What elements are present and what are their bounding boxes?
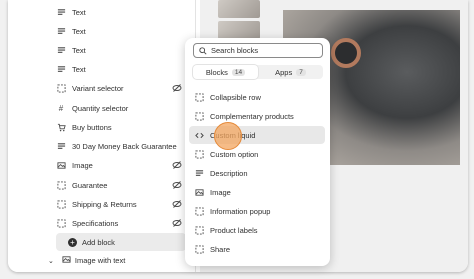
- sidebar-item-label: Guarantee: [72, 180, 108, 190]
- cart-icon: [56, 122, 66, 132]
- sidebar-item-label: Quantity selector: [72, 103, 129, 113]
- text-lines-icon: [56, 64, 66, 74]
- chevron-down-icon[interactable]: ⌄: [48, 257, 54, 265]
- image-icon: [195, 188, 204, 197]
- image-icon: [62, 255, 71, 266]
- option-label: Complementary products: [210, 111, 294, 121]
- product-detail: [331, 38, 361, 68]
- option-label: Custom option: [210, 149, 259, 159]
- dashed-square-icon: [195, 225, 204, 235]
- tab-count: 14: [231, 68, 246, 76]
- option-label: Description: [210, 168, 248, 178]
- text-lines-icon: [56, 26, 66, 36]
- add-block-label: Add block: [82, 237, 115, 247]
- sidebar: Text Text Text Text Variant selector # Q…: [8, 0, 196, 272]
- dashed-square-icon: [195, 149, 204, 159]
- sidebar-item-buy-buttons[interactable]: Buy buttons: [56, 118, 186, 136]
- sidebar-item-variant-selector[interactable]: Variant selector: [56, 79, 186, 97]
- sidebar-item-label: Text: [72, 7, 86, 17]
- option-description[interactable]: Description: [189, 164, 325, 182]
- tab-blocks[interactable]: Blocks 14: [193, 65, 258, 79]
- thumbnail[interactable]: [218, 21, 260, 39]
- eye-slash-icon[interactable]: [172, 160, 182, 170]
- eye-slash-icon[interactable]: [172, 218, 182, 228]
- hash-icon: #: [58, 103, 64, 113]
- sidebar-item-text-4[interactable]: Text: [56, 60, 186, 78]
- option-collapsible-row[interactable]: Collapsible row: [189, 88, 325, 106]
- dashed-square-icon: [195, 111, 204, 121]
- tab-count: 7: [296, 68, 306, 76]
- sidebar-item-text-2[interactable]: Text: [56, 22, 186, 40]
- sidebar-item-label: Buy buttons: [72, 122, 112, 132]
- tab-label: Blocks: [205, 67, 228, 77]
- sidebar-item-label: Image: [72, 160, 93, 170]
- eye-slash-icon[interactable]: [172, 180, 182, 190]
- sidebar-item-text-3[interactable]: Text: [56, 41, 186, 59]
- option-custom-option[interactable]: Custom option: [189, 145, 325, 163]
- search-input[interactable]: Search blocks: [193, 43, 323, 58]
- option-product-labels[interactable]: Product labels: [189, 221, 325, 239]
- option-image[interactable]: Image: [189, 183, 325, 201]
- sidebar-item-label: Text: [72, 64, 86, 74]
- option-label: Image: [210, 187, 231, 197]
- click-indicator: [214, 122, 242, 150]
- thumbnail[interactable]: [218, 0, 260, 18]
- text-lines-icon: [195, 169, 204, 178]
- add-block-button[interactable]: + Add block: [56, 233, 186, 251]
- app-frame: Text Text Text Text Variant selector # Q…: [0, 0, 474, 279]
- dashed-square-icon: [56, 180, 66, 190]
- sidebar-item-image[interactable]: Image: [56, 156, 186, 174]
- block-picker-popup: Search blocks Blocks 14 Apps 7 Collapsib…: [185, 38, 330, 266]
- sidebar-item-label: 30 Day Money Back Guarantee: [72, 141, 177, 151]
- eye-slash-icon[interactable]: [172, 199, 182, 209]
- dashed-square-icon: [56, 199, 66, 209]
- text-lines-icon: [56, 141, 66, 151]
- search-placeholder: Search blocks: [211, 46, 259, 55]
- text-lines-icon: [56, 45, 66, 55]
- tab-apps[interactable]: Apps 7: [258, 65, 323, 79]
- section-image-with-text[interactable]: ⌄ Image with text: [48, 255, 125, 266]
- option-share[interactable]: Share: [189, 240, 325, 258]
- sidebar-item-shipping-returns[interactable]: Shipping & Returns: [56, 195, 186, 213]
- dashed-square-icon: [56, 218, 66, 228]
- sidebar-item-label: Text: [72, 45, 86, 55]
- plus-circle-icon: +: [68, 237, 77, 247]
- thumbnail-strip: [218, 0, 268, 40]
- sidebar-item-label: Variant selector: [72, 83, 124, 93]
- image-icon: [56, 160, 66, 170]
- dashed-square-icon: [195, 244, 204, 254]
- sidebar-item-text-1[interactable]: Text: [56, 3, 186, 21]
- sidebar-item-specifications[interactable]: Specifications: [56, 214, 186, 232]
- option-label: Product labels: [210, 225, 258, 235]
- option-label: Collapsible row: [210, 92, 261, 102]
- sidebar-item-label: Specifications: [72, 218, 119, 228]
- sidebar-item-label: Shipping & Returns: [72, 199, 137, 209]
- dashed-square-icon: [56, 83, 66, 93]
- section-label: Image with text: [74, 256, 126, 265]
- sidebar-item-quantity-selector[interactable]: # Quantity selector: [56, 99, 186, 117]
- option-complementary-products[interactable]: Complementary products: [189, 107, 325, 125]
- option-label: Information popup: [210, 206, 271, 216]
- search-icon: [199, 46, 207, 55]
- eye-slash-icon[interactable]: [172, 83, 182, 93]
- code-icon: [195, 131, 204, 140]
- popup-tabs: Blocks 14 Apps 7: [193, 65, 323, 79]
- sidebar-item-money-back[interactable]: 30 Day Money Back Guarantee: [56, 137, 186, 155]
- sidebar-item-label: Text: [72, 26, 86, 36]
- option-label: Share: [210, 244, 231, 254]
- sidebar-item-guarantee[interactable]: Guarantee: [56, 176, 186, 194]
- dashed-square-icon: [195, 206, 204, 216]
- option-custom-liquid[interactable]: Custom liquid: [189, 126, 325, 144]
- tab-label: Apps: [275, 67, 293, 77]
- option-information-popup[interactable]: Information popup: [189, 202, 325, 220]
- text-lines-icon: [56, 7, 66, 17]
- dashed-square-icon: [195, 92, 204, 102]
